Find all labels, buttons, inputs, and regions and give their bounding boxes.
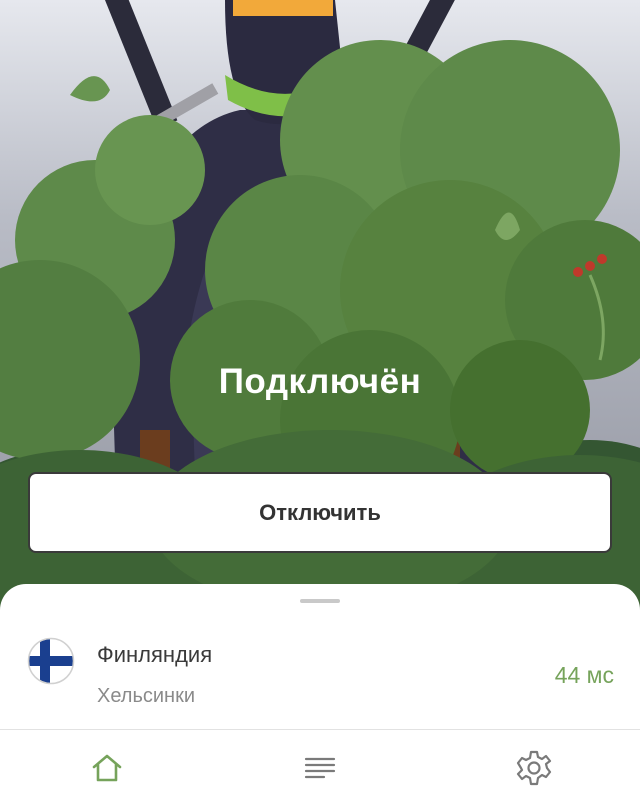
connection-status: Подключён <box>218 362 422 401</box>
city-name: Хельсинки <box>97 685 196 707</box>
home-icon <box>92 754 122 782</box>
country-name: Финляндия <box>97 642 213 667</box>
list-icon <box>304 757 336 779</box>
ping-value: 44 мс <box>554 662 614 688</box>
disconnect-button[interactable]: Отключить <box>28 472 612 553</box>
nav-list[interactable] <box>260 730 380 806</box>
finland-flag-icon <box>27 637 75 685</box>
nav-settings[interactable] <box>474 730 594 806</box>
nav-home[interactable] <box>47 730 167 806</box>
bottom-navigation <box>0 730 640 806</box>
server-location-row[interactable]: Финляндия Хельсинки 44 мс <box>0 604 640 724</box>
gear-icon <box>516 750 552 786</box>
sheet-drag-handle[interactable] <box>300 599 340 603</box>
bottom-sheet: Финляндия Хельсинки 44 мс <box>0 584 640 806</box>
